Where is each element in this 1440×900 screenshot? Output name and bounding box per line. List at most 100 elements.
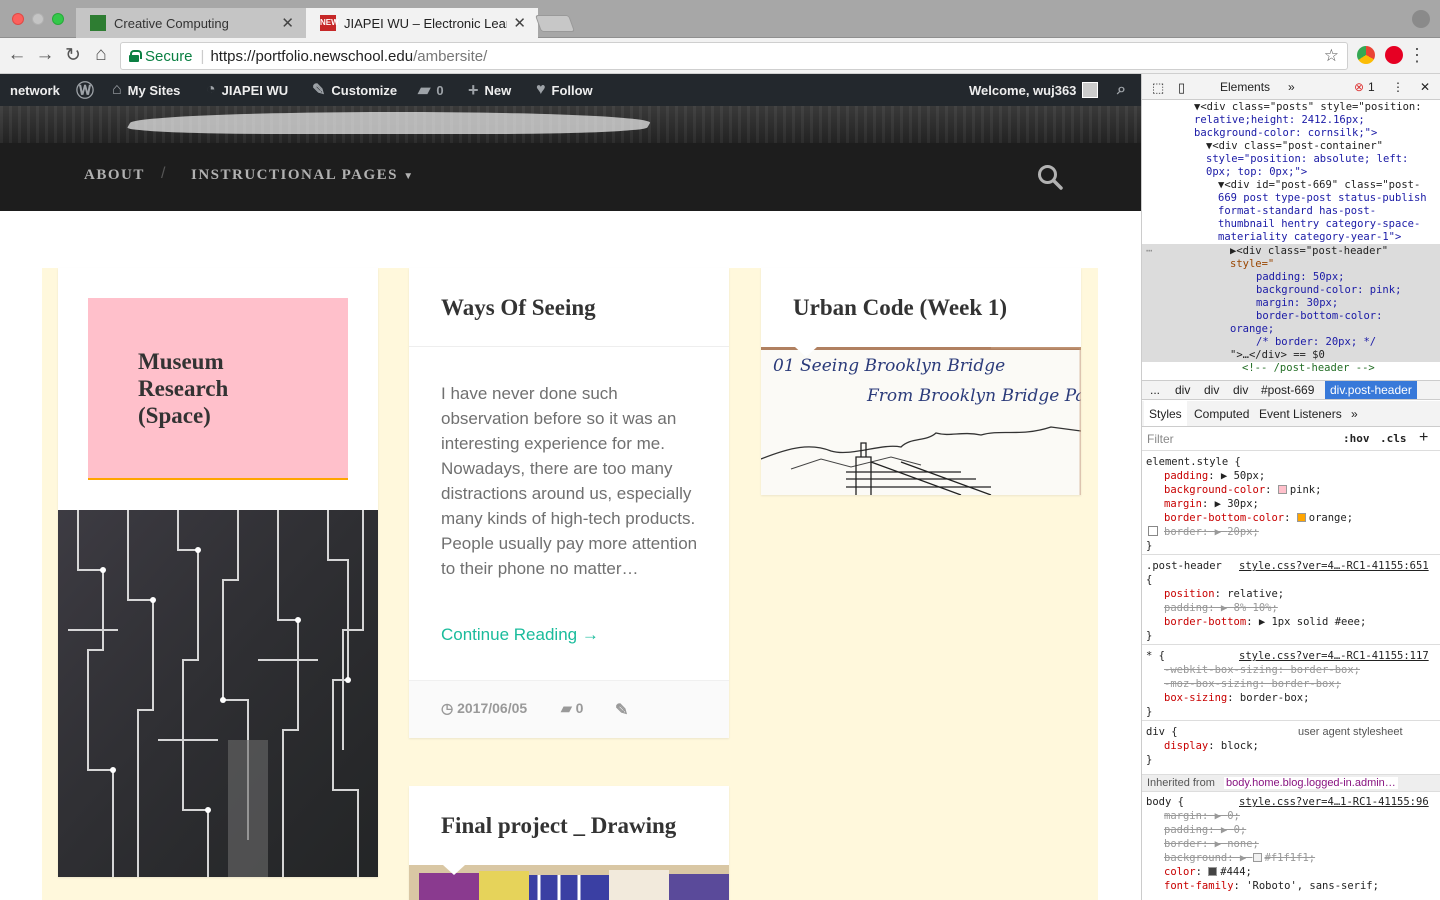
add-rule-icon[interactable]: + (1419, 429, 1428, 447)
css-value[interactable]: border-box; (1290, 664, 1360, 676)
css-prop[interactable]: margin (1164, 810, 1202, 822)
css-value[interactable]: 0; (1227, 810, 1240, 822)
close-tab-icon[interactable]: ✕ (281, 14, 294, 32)
css-value[interactable]: orange; (1309, 512, 1353, 524)
admin-search-icon[interactable]: ⌕ (1117, 74, 1132, 106)
comments-link[interactable]: ▰ 0 (418, 74, 444, 106)
css-value[interactable]: 8% 10%; (1234, 602, 1278, 614)
new-tab-button[interactable] (534, 15, 576, 32)
chrome-extension-icon[interactable] (1357, 46, 1375, 64)
devtools-close-icon[interactable]: ✕ (1420, 80, 1430, 94)
css-value[interactable]: 50px; (1234, 470, 1266, 482)
post-header[interactable]: Museum Research (Space) (88, 298, 348, 480)
css-value[interactable]: #f1f1f1; (1265, 852, 1316, 864)
css-value[interactable]: none; (1227, 838, 1259, 850)
css-value[interactable]: border-box; (1240, 692, 1310, 704)
bookmark-star-icon[interactable]: ☆ (1324, 46, 1339, 66)
css-prop[interactable]: box-sizing (1164, 692, 1227, 704)
css-prop[interactable]: padding (1164, 470, 1208, 482)
post-title[interactable]: Ways Of Seeing (441, 295, 596, 321)
continue-reading-link[interactable]: Continue Reading → (441, 625, 599, 645)
css-prop[interactable]: border (1164, 838, 1202, 850)
css-prop[interactable]: -webkit-box-sizing (1164, 664, 1278, 676)
css-value[interactable]: relative; (1227, 588, 1284, 600)
forward-arrow-icon[interactable]: → (33, 44, 57, 66)
source-link[interactable]: style.css?ver=4…-RC1-41155:117 (1239, 649, 1429, 663)
tab-jiapei-wu[interactable]: NEW JIAPEI WU – Electronic Learning ✕ (306, 8, 538, 38)
css-prop[interactable]: font-family (1164, 880, 1234, 892)
circuit-art-image[interactable] (58, 510, 378, 877)
admin-network-link[interactable]: network (10, 74, 60, 106)
css-value[interactable]: border-box; (1271, 678, 1341, 690)
inherited-from-link[interactable]: body.home.blog.logged-in.admin… (1224, 777, 1398, 789)
reload-icon[interactable]: ↻ (61, 44, 85, 67)
tab-elements[interactable]: Elements (1220, 80, 1270, 94)
crumb[interactable]: div (1204, 383, 1219, 397)
profile-icon[interactable] (1412, 10, 1430, 28)
account-menu[interactable]: Welcome, wuj363 (969, 74, 1099, 106)
close-window-button[interactable] (12, 13, 24, 25)
css-value[interactable]: 1px solid #eee; (1271, 616, 1366, 628)
post-comments[interactable]: ▰ 0 (561, 700, 583, 717)
pinterest-icon[interactable] (1385, 46, 1403, 64)
css-value[interactable]: 20px; (1227, 526, 1259, 538)
minimize-window-button[interactable] (32, 13, 44, 25)
hov-toggle[interactable]: :hov (1343, 432, 1370, 445)
css-prop[interactable]: color (1164, 866, 1196, 878)
zoom-window-button[interactable] (52, 13, 64, 25)
home-icon[interactable]: ⌂ (89, 44, 113, 66)
css-prop[interactable]: border (1164, 526, 1202, 538)
edit-icon[interactable]: ✎ (615, 700, 628, 720)
crumb[interactable]: ... (1150, 383, 1160, 397)
css-prop[interactable]: border-bottom (1164, 616, 1246, 628)
css-prop[interactable]: background (1164, 852, 1227, 864)
color-swatch[interactable] (1208, 867, 1218, 876)
more-tabs-icon[interactable]: » (1351, 407, 1358, 421)
my-sites-link[interactable]: ⌂ My Sites (112, 74, 180, 106)
css-value[interactable]: block; (1221, 740, 1259, 752)
css-prop[interactable]: -moz-box-sizing (1164, 678, 1259, 690)
source-link[interactable]: style.css?ver=4…-RC1-41155:651 (1239, 559, 1429, 573)
search-icon[interactable] (1037, 164, 1063, 190)
css-value[interactable]: pink; (1290, 484, 1322, 496)
more-tabs-icon[interactable]: » (1288, 80, 1295, 94)
tab-event-listeners[interactable]: Event Listeners (1259, 407, 1342, 421)
crumb[interactable]: #post-669 (1261, 383, 1314, 397)
css-value[interactable]: #444; (1220, 866, 1252, 878)
property-checkbox[interactable] (1148, 526, 1158, 536)
devtools-menu-icon[interactable]: ⋮ (1392, 80, 1404, 94)
node-ellipsis-icon[interactable]: ⋯ (1146, 245, 1152, 258)
cls-toggle[interactable]: .cls (1380, 432, 1407, 445)
dom-node[interactable]: ▼<div class="posts" style="position: (1194, 101, 1422, 114)
css-value[interactable]: 0; (1234, 824, 1247, 836)
css-value[interactable]: 'Roboto', sans-serif; (1246, 880, 1379, 892)
customize-link[interactable]: ✎ Customize (312, 74, 397, 106)
tab-styles[interactable]: Styles (1144, 401, 1187, 426)
back-arrow-icon[interactable]: ← (5, 44, 29, 66)
new-content-link[interactable]: + New (468, 74, 511, 106)
css-prop[interactable]: padding (1164, 824, 1208, 836)
post-title[interactable]: Urban Code (Week 1) (793, 295, 1007, 321)
dom-node[interactable]: ">…</div> == $0 (1230, 349, 1325, 362)
close-tab-icon[interactable]: ✕ (513, 14, 526, 32)
brooklyn-bridge-sketch-image[interactable]: 01 Seeing Brooklyn Bridge From Brooklyn … (761, 347, 1081, 495)
post-title[interactable]: Final project _ Drawing (441, 813, 676, 839)
color-swatch[interactable] (1252, 853, 1262, 862)
crumb-active[interactable]: div.post-header (1325, 381, 1417, 399)
filter-input[interactable]: Filter (1147, 432, 1174, 446)
post-title[interactable]: Museum Research (Space) (138, 349, 228, 428)
crumb[interactable]: div (1233, 383, 1248, 397)
css-value[interactable]: 30px; (1227, 498, 1259, 510)
crumb[interactable]: div (1175, 383, 1190, 397)
dom-node[interactable]: ▼<div id="post-669" class="post- (1218, 179, 1420, 192)
address-bar[interactable]: Secure | https://portfolio.newschool.edu… (120, 42, 1348, 70)
dom-node-selected[interactable]: ▶<div class="post-header" (1230, 245, 1388, 258)
css-prop[interactable]: border-bottom-color (1164, 512, 1284, 524)
follow-link[interactable]: ♥ Follow (536, 74, 593, 106)
source-link[interactable]: style.css?ver=4…1-RC1-41155:96 (1239, 795, 1429, 809)
tab-computed[interactable]: Computed (1194, 407, 1249, 421)
device-toolbar-icon[interactable]: ▯ (1178, 80, 1185, 96)
site-name-link[interactable]: ◔ JIAPEI WU (206, 74, 288, 106)
css-prop[interactable]: display (1164, 740, 1208, 752)
dom-node[interactable]: ▼<div class="post-container" (1206, 140, 1383, 153)
